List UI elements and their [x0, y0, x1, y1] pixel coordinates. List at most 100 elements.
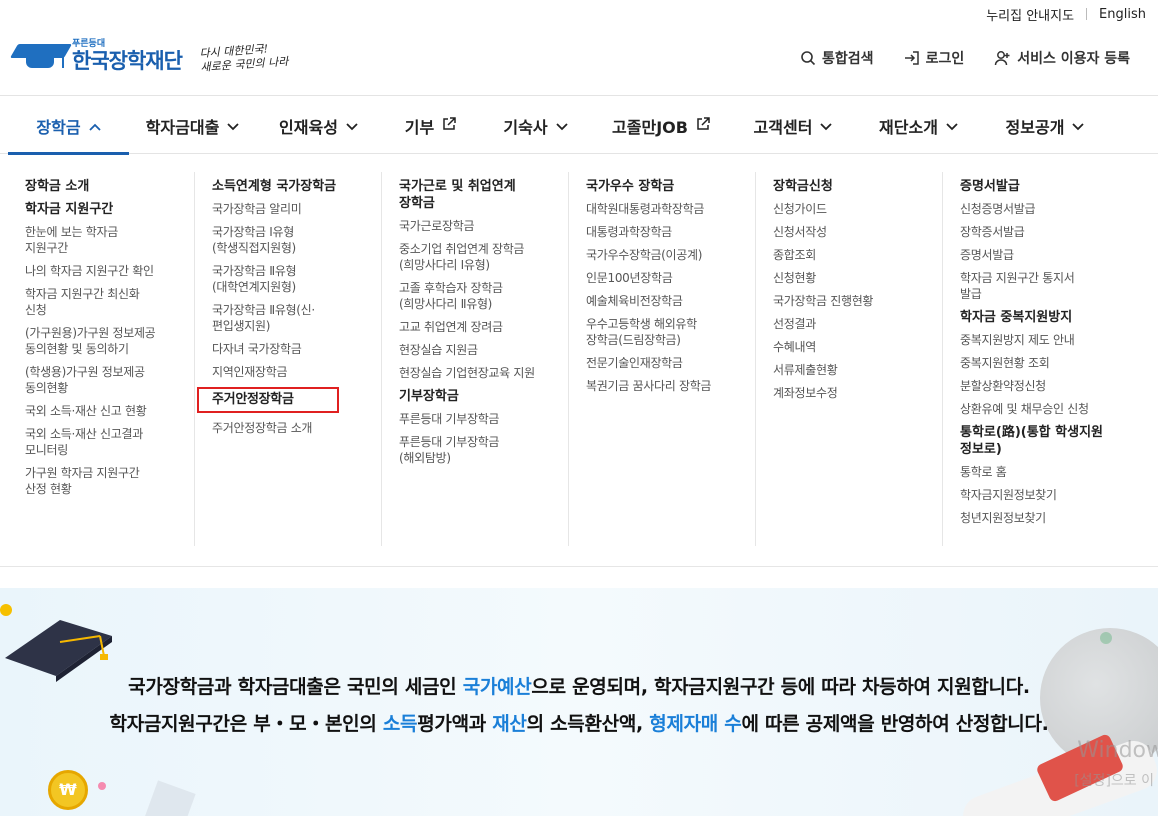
utility-bar: 누리집 안내지도 English — [974, 0, 1158, 28]
register-link[interactable]: 서비스 이용자 등록 — [994, 48, 1130, 68]
menu-item[interactable]: 복권기금 꿈사다리 장학금 — [586, 378, 755, 394]
mega-column-application: 장학금신청 신청가이드신청서작성종합조회신청현황국가장학금 진행현황선정결과수혜… — [756, 172, 943, 546]
menu-heading[interactable]: 장학금 소개 — [25, 178, 194, 195]
menu-item[interactable]: 나의 학자금 지원구간 확인 — [25, 263, 194, 279]
gnb-donation[interactable]: 기부 — [381, 97, 480, 154]
menu-heading[interactable]: 학자금 지원구간 — [25, 201, 194, 218]
won-coin-icon: ₩ — [48, 770, 88, 810]
menu-item[interactable]: 계좌정보수정 — [773, 385, 942, 401]
menu-item[interactable]: 우수고등학생 해외유학 장학금(드림장학금) — [586, 316, 755, 348]
gnb-about[interactable]: 재단소개 — [855, 97, 982, 154]
logo-subtitle: 푸른등대 — [72, 39, 106, 49]
mega-column-excellence: 국가우수 장학금 대학원대통령과학장학금대통령과학장학금국가우수장학금(이공계)… — [569, 172, 756, 546]
menu-item[interactable]: 고교 취업연계 장려금 — [399, 319, 568, 335]
menu-item[interactable]: 신청가이드 — [773, 201, 942, 217]
menu-item[interactable]: 증명서발급 — [960, 247, 1130, 263]
menu-item[interactable]: 한눈에 보는 학자금 지원구간 — [25, 224, 194, 256]
menu-item[interactable]: (가구원용)가구원 정보제공 동의현황 및 동의하기 — [25, 325, 194, 357]
gnb-loan[interactable]: 학자금대출 — [129, 97, 256, 154]
external-link-icon — [442, 116, 456, 135]
login-link[interactable]: 로그인 — [904, 48, 964, 68]
menu-item[interactable]: 국가장학금 진행현황 — [773, 293, 942, 309]
menu-item[interactable]: 종합조회 — [773, 247, 942, 263]
menu-item[interactable]: 신청증명서발급 — [960, 201, 1130, 217]
menu-item[interactable]: 인문100년장학금 — [586, 270, 755, 286]
menu-item[interactable]: 푸른등대 기부장학금 — [399, 411, 568, 427]
menu-item-housing-scholarship-highlighted[interactable]: 주거안정장학금 — [197, 387, 339, 413]
menu-heading[interactable]: 장학금신청 — [773, 178, 942, 195]
info-banner: ₩ 국가장학금과 학자금대출은 국민의 세금인 국가예산으로 운영되며, 학자금… — [0, 588, 1158, 816]
menu-item[interactable]: 선정결과 — [773, 316, 942, 332]
decor-dot — [98, 782, 106, 790]
search-link[interactable]: 통합검색 — [800, 48, 874, 68]
menu-item[interactable]: 전문기술인재장학금 — [586, 355, 755, 371]
menu-heading[interactable]: 국가우수 장학금 — [586, 178, 755, 195]
chevron-down-icon — [227, 116, 239, 135]
menu-item[interactable]: 국외 소득·재산 신고결과 모니터링 — [25, 426, 194, 458]
menu-item[interactable]: 중복지원방지 제도 안내 — [960, 332, 1130, 348]
menu-item[interactable]: 지역인재장학금 — [212, 364, 381, 380]
chevron-down-icon — [946, 116, 958, 135]
menu-item[interactable]: 수혜내역 — [773, 339, 942, 355]
menu-heading[interactable]: 학자금 중복지원방지 — [960, 309, 1130, 326]
menu-item[interactable]: 대통령과학장학금 — [586, 224, 755, 240]
menu-item[interactable]: 학자금지원정보찾기 — [960, 487, 1130, 503]
gnb-dormitory[interactable]: 기숙사 — [480, 97, 591, 154]
menu-item[interactable]: 주거안정장학금 소개 — [212, 420, 381, 436]
menu-item[interactable]: 국가장학금 Ⅰ유형 (학생직접지원형) — [212, 224, 381, 256]
menu-item[interactable]: 중복지원현황 조회 — [960, 355, 1130, 371]
menu-item[interactable]: 고졸 후학습자 장학금 (희망사다리 Ⅱ유형) — [399, 280, 568, 312]
english-link[interactable]: English — [1087, 7, 1158, 22]
menu-item[interactable]: 푸른등대 기부장학금 (해외탐방) — [399, 434, 568, 466]
windows-activation-watermark: Window — [1077, 738, 1158, 763]
menu-item[interactable]: 국가장학금 알리미 — [212, 201, 381, 217]
chevron-up-icon — [88, 116, 101, 135]
menu-item[interactable]: (학생용)가구원 정보제공 동의현황 — [25, 364, 194, 396]
menu-item[interactable]: 국가우수장학금(이공계) — [586, 247, 755, 263]
windows-activation-watermark: [설정]으로 이 — [1074, 773, 1154, 789]
menu-item[interactable]: 청년지원정보찾기 — [960, 510, 1130, 526]
menu-item[interactable]: 분할상환약정신청 — [960, 378, 1130, 394]
gnb-scholarship[interactable]: 장학금 — [8, 97, 129, 155]
menu-item[interactable]: 신청서작성 — [773, 224, 942, 240]
gnb-disclosure[interactable]: 정보공개 — [982, 97, 1108, 154]
menu-item[interactable]: 예술체육비전장학금 — [586, 293, 755, 309]
gnb-job[interactable]: 고졸만JOB — [591, 97, 731, 154]
menu-heading[interactable]: 증명서발급 — [960, 178, 1130, 195]
mega-menu: 장학금 소개 학자금 지원구간 한눈에 보는 학자금 지원구간나의 학자금 지원… — [8, 172, 1134, 546]
gnb-customer-center[interactable]: 고객센터 — [731, 97, 855, 154]
menu-item[interactable]: 국가장학금 Ⅱ유형 (대학연계지원형) — [212, 263, 381, 295]
menu-item[interactable]: 가구원 학자금 지원구간 산정 현황 — [25, 465, 194, 497]
menu-item[interactable]: 신청현황 — [773, 270, 942, 286]
menu-item[interactable]: 학자금 지원구간 최신화 신청 — [25, 286, 194, 318]
menu-heading[interactable]: 기부장학금 — [399, 388, 568, 405]
menu-item[interactable]: 다자녀 국가장학금 — [212, 341, 381, 357]
menu-item[interactable]: 국외 소득·재산 신고 현황 — [25, 403, 194, 419]
mega-column-certificate: 증명서발급 신청증명서발급 장학증서발급 증명서발급 학자금 지원구간 통지서 발급 … — [943, 172, 1130, 546]
menu-item[interactable]: 서류제출현황 — [773, 362, 942, 378]
banner-line-2: 학자금지원구간은 부・모・본인의 소득평가액과 재산의 소득환산액, 형제자매 … — [109, 713, 1049, 735]
logo-name: 한국장학재단 — [72, 49, 183, 73]
menu-heading[interactable]: 소득연계형 국가장학금 — [212, 178, 381, 195]
menu-item[interactable]: 통학로 홈 — [960, 464, 1130, 480]
menu-item[interactable]: 현장실습 기업현장교육 지원 — [399, 365, 568, 381]
search-icon — [801, 51, 816, 66]
chevron-down-icon — [820, 116, 833, 135]
menu-item[interactable]: 학자금 지원구간 통지서 발급 — [960, 270, 1130, 302]
menu-heading[interactable]: 국가근로 및 취업연계 장학금 — [399, 178, 568, 212]
menu-item[interactable]: 국가근로장학금 — [399, 218, 568, 234]
menu-item[interactable]: 국가장학금 Ⅱ유형(신· 편입생지원) — [212, 302, 381, 334]
menu-item[interactable]: 상환유예 및 채무승인 신청 — [960, 401, 1130, 417]
menu-item[interactable]: 대학원대통령과학장학금 — [586, 201, 755, 217]
slogan: 다시 대한민국! 새로운 국민의 나라 — [199, 42, 289, 75]
menu-item[interactable]: 현장실습 지원금 — [399, 342, 568, 358]
gnb-talent[interactable]: 인재육성 — [256, 97, 381, 154]
site-logo[interactable]: 푸른등대 한국장학재단 — [9, 38, 183, 74]
menu-item[interactable]: 장학증서발급 — [960, 224, 1130, 240]
menu-heading[interactable]: 통학로(路)(통합 학생지원 정보로) — [960, 424, 1130, 458]
menu-item[interactable]: 중소기업 취업연계 장학금 (희망사다리 Ⅰ유형) — [399, 241, 568, 273]
login-icon — [904, 51, 919, 65]
sitemap-link[interactable]: 누리집 안내지도 — [974, 5, 1086, 24]
banner-line-1: 국가장학금과 학자금대출은 국민의 세금인 국가예산으로 운영되며, 학자금지원… — [128, 676, 1030, 698]
mega-column-income: 소득연계형 국가장학금 국가장학금 알리미국가장학금 Ⅰ유형 (학생직접지원형)… — [195, 172, 382, 546]
